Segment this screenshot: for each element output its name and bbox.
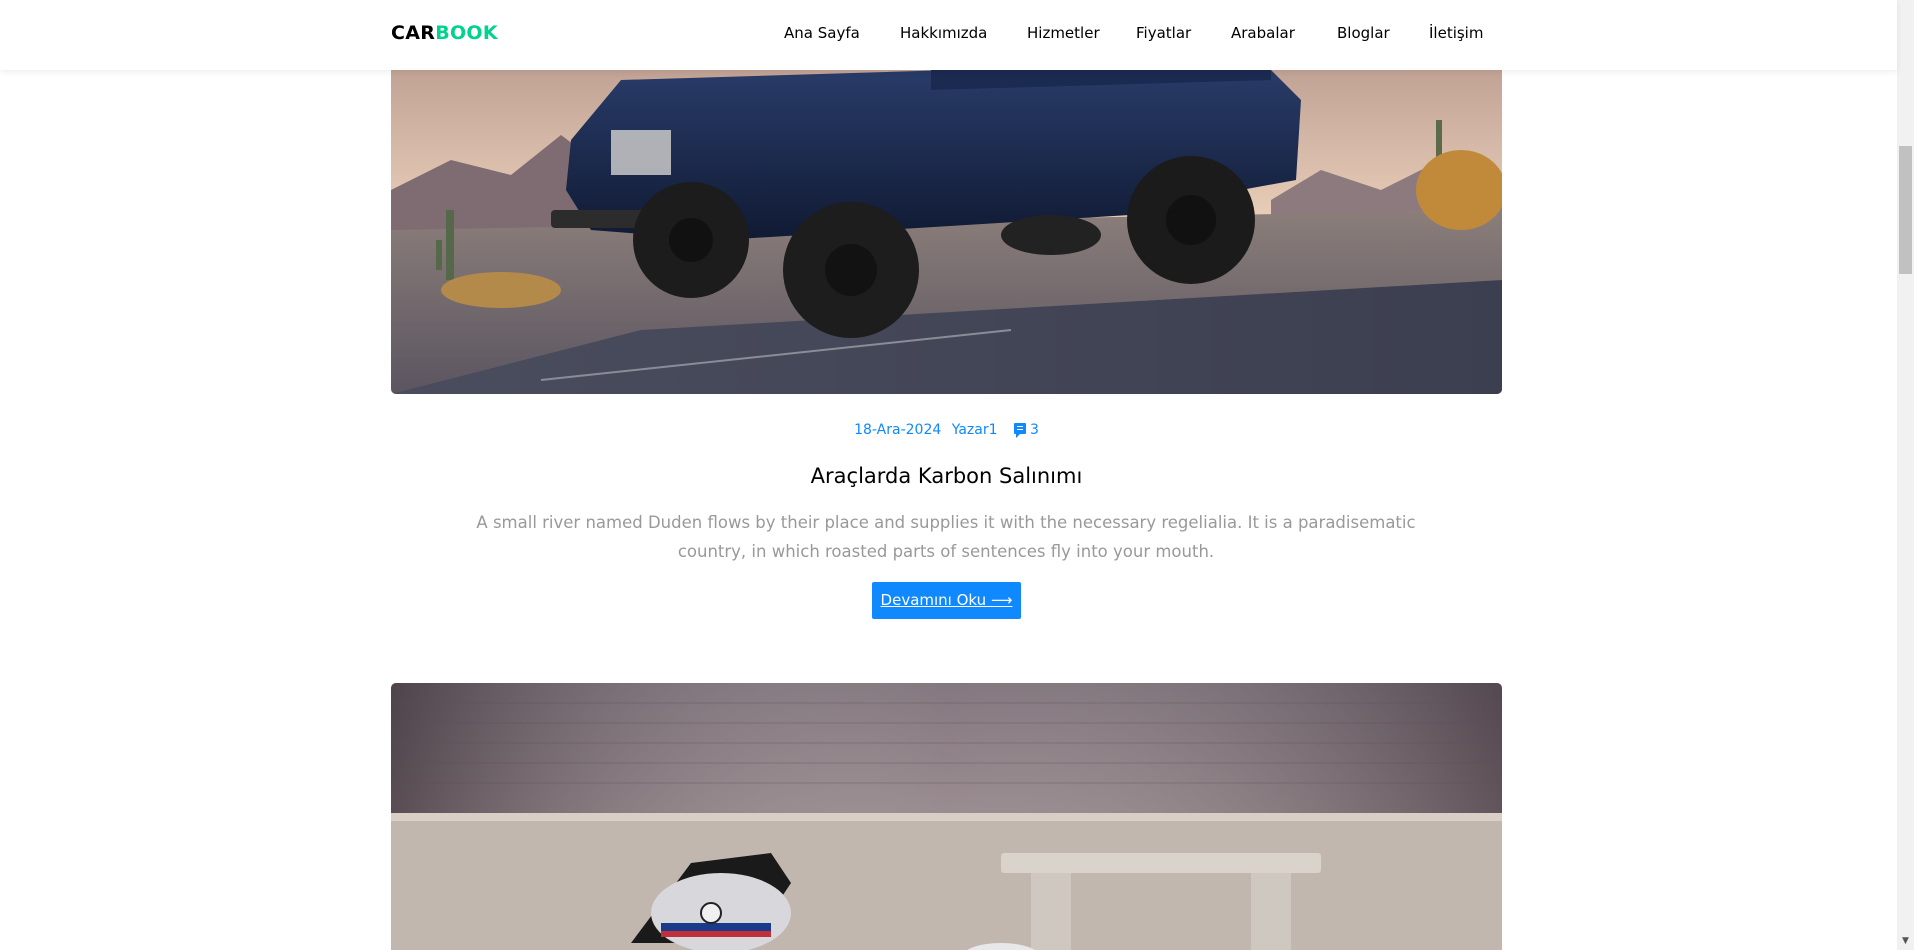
nav-item-cars[interactable]: Arabalar [1231,24,1295,42]
post-excerpt: A small river named Duden flows by their… [476,513,1416,561]
post-comment-count: 3 [1029,422,1039,438]
brand-logo[interactable]: CARBOOK [391,22,498,44]
blog-image-motorcycle[interactable] [391,683,1502,950]
nav-item-about[interactable]: Hakkımızda [900,24,987,42]
truck-photo [391,40,1502,394]
motorcycle-photo [391,683,1502,950]
post-title[interactable]: Araçlarda Karbon Salınımı [391,464,1502,488]
post-author[interactable]: Yazar1 [952,422,998,438]
brand-logo-part1: CAR [391,22,436,44]
page-scrollbar[interactable]: ▼ [1897,0,1914,950]
brand-logo-part2: BOOK [435,22,498,44]
read-more-button[interactable]: Devamını Oku ⟶ [872,582,1021,619]
comment-icon [1013,423,1026,438]
nav-item-contact[interactable]: İletişim [1429,24,1483,42]
nav-item-home[interactable]: Ana Sayfa [784,24,860,42]
nav-item-pricing[interactable]: Fiyatlar [1136,24,1191,42]
scroll-down-arrow-icon[interactable]: ▼ [1897,933,1914,950]
post-date[interactable]: 18-Ara-2024 [854,422,941,438]
navbar: CARBOOK Ana Sayfa Hakkımızda Hizmetler F… [0,0,1897,70]
post-meta: 18-Ara-2024 Yazar1 3 [391,422,1502,438]
post-comments[interactable]: 3 [1008,422,1039,438]
nav-item-blog[interactable]: Bloglar [1337,24,1390,42]
scrollbar-thumb[interactable] [1899,146,1912,274]
nav-item-services[interactable]: Hizmetler [1027,24,1100,42]
blog-image-truck[interactable] [391,40,1502,394]
